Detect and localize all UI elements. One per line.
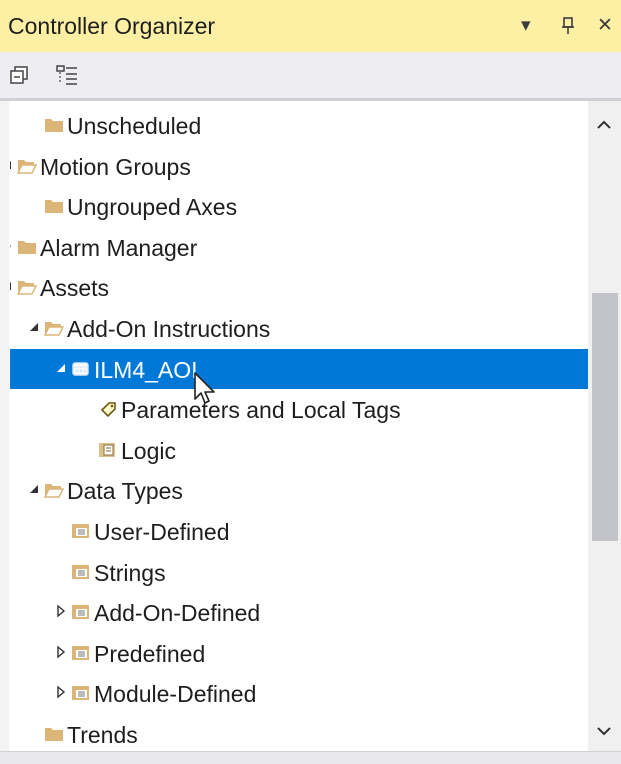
tree-item-logic[interactable]: Logic <box>10 430 588 470</box>
dropdown-icon[interactable]: ▾ <box>521 16 531 36</box>
collapse-arrow-icon[interactable] <box>10 278 13 294</box>
scroll-thumb[interactable] <box>592 293 618 541</box>
tree-item-label: Add-On Instructions <box>67 316 271 342</box>
toolbar <box>0 52 621 101</box>
folder-open-icon <box>16 278 38 296</box>
datatype-icon <box>71 522 91 540</box>
tree-item-ungrouped-axes[interactable]: Ungrouped Axes <box>10 186 588 226</box>
collapse-arrow-icon[interactable] <box>28 481 40 497</box>
scroll-down-icon[interactable] <box>594 721 614 741</box>
expand-arrow-icon[interactable] <box>55 603 67 619</box>
tree-item-parameters-and-local-tags[interactable]: Parameters and Local Tags <box>10 389 588 429</box>
datatype-icon <box>71 644 91 662</box>
folder-icon <box>17 238 37 256</box>
folder-open-icon <box>16 157 38 175</box>
pin-icon[interactable] <box>560 16 576 41</box>
tree-item-motion-groups[interactable]: Motion Groups <box>10 146 588 186</box>
tree-item-user-defined[interactable]: User-Defined <box>10 511 588 551</box>
tree-item-label: Data Types <box>67 478 183 505</box>
expand-arrow-icon[interactable] <box>10 238 13 254</box>
tree-item-label: Assets <box>40 275 110 302</box>
mouse-cursor-icon <box>193 371 219 407</box>
tag-icon <box>98 400 118 418</box>
tree-item-label: Alarm Manager <box>40 234 198 261</box>
tree-item-label: Unscheduled <box>67 113 202 139</box>
tree-item-alarm-manager[interactable]: Alarm Manager <box>10 227 588 267</box>
tree-item-assets[interactable]: Assets <box>10 267 588 307</box>
expand-arrow-icon[interactable] <box>55 644 67 660</box>
window-title: Controller Organizer <box>8 13 216 39</box>
left-edge <box>0 0 9 763</box>
title-bar: Controller Organizer ▾ ✕ <box>0 0 621 52</box>
vertical-scrollbar[interactable] <box>588 101 621 751</box>
folder-icon <box>44 116 64 134</box>
folder-icon <box>44 197 64 215</box>
folder-icon <box>44 725 64 743</box>
tree-item-strings[interactable]: Strings <box>10 552 588 592</box>
tree-item-label: Predefined <box>94 640 206 667</box>
logic-icon <box>98 441 118 459</box>
tree-item-label: ILM4_AOI <box>94 356 198 383</box>
tree-item-predefined[interactable]: Predefined <box>10 633 588 673</box>
tree-item-label: Parameters and Local Tags <box>121 397 401 424</box>
tree-item-label: Motion Groups <box>40 153 191 180</box>
datatype-icon <box>71 684 91 702</box>
tree-item-ilm4-aoi[interactable]: ILM4_AOI <box>10 348 588 389</box>
tree-item-label: User-Defined <box>94 519 230 545</box>
tree-item-label: Strings <box>94 559 166 586</box>
bottom-border <box>0 751 621 764</box>
tree-item-data-types[interactable]: Data Types <box>10 470 588 510</box>
tree-item-label: Ungrouped Axes <box>67 194 238 221</box>
tree-item-module-defined[interactable]: Module-Defined <box>10 673 588 713</box>
expand-arrow-icon[interactable] <box>55 684 67 700</box>
tree-item-label: Add-On-Defined <box>94 600 261 627</box>
tree-item-trends[interactable]: Trends <box>10 714 588 751</box>
scroll-up-icon[interactable] <box>594 115 614 135</box>
tree-item-add-on-instructions[interactable]: Add-On Instructions <box>10 308 588 348</box>
controller-tree: Unscheduled Motion Groups Ungrouped Axes Al… <box>10 101 588 751</box>
tree-item-label: Trends <box>67 722 138 748</box>
tree-item-label: Logic <box>121 437 176 464</box>
properties-view-icon[interactable] <box>55 64 77 86</box>
aoi-icon <box>71 360 91 378</box>
folder-open-icon <box>43 481 65 499</box>
datatype-icon <box>71 603 91 621</box>
collapse-arrow-icon[interactable] <box>10 157 13 173</box>
tree-item-label: Module-Defined <box>94 681 257 708</box>
collapse-arrow-icon[interactable] <box>55 360 67 376</box>
folder-open-icon <box>43 319 65 337</box>
tree-item-add-on-defined[interactable]: Add-On-Defined <box>10 592 588 632</box>
tree-item-unscheduled[interactable]: Unscheduled <box>10 105 588 145</box>
datatype-icon <box>71 563 91 581</box>
close-icon[interactable]: ✕ <box>597 16 613 36</box>
collapse-arrow-icon[interactable] <box>28 319 40 335</box>
collapse-all-icon[interactable] <box>8 64 30 86</box>
